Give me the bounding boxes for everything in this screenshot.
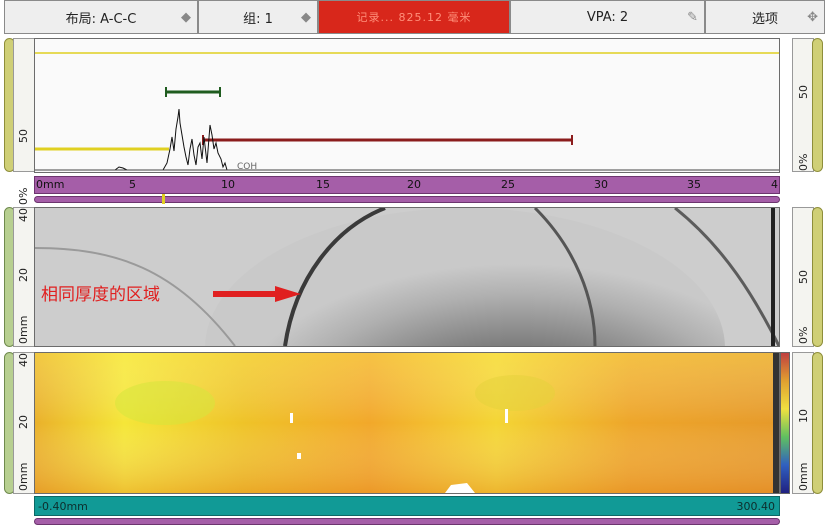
scale-label: 10 <box>797 409 810 423</box>
ascan-scrollbar[interactable] <box>34 196 780 203</box>
scroll-marker[interactable] <box>162 194 165 204</box>
scale-label: 40 <box>17 353 30 367</box>
scale-label: 0mm <box>17 315 30 344</box>
thickness-annotation: 相同厚度的区域 <box>41 285 160 305</box>
scale-label: 20 <box>17 268 30 282</box>
status-text: 记录... 825.12 毫米 <box>356 11 472 24</box>
ruler-tick: 30 <box>594 178 608 191</box>
color-palette <box>780 352 790 494</box>
scan-axis-bar[interactable]: -0.40mm 300.40 <box>34 496 780 516</box>
ascan-panel[interactable]: COH <box>34 38 780 173</box>
scale-label: 0% <box>797 326 810 344</box>
ruler-tick: 25 <box>501 178 515 191</box>
ruler-tick: 35 <box>687 178 701 191</box>
cscan-panel[interactable] <box>34 352 780 494</box>
group-label: 组: 1 <box>243 11 273 27</box>
cscan-image <box>35 353 779 493</box>
bscan-image <box>35 208 779 346</box>
right-gain-rail-ascan[interactable] <box>812 38 823 172</box>
diamond-icon: ◆ <box>301 10 311 25</box>
ascan-right-scale: 50 0% <box>792 38 814 172</box>
cscan-right-scale: 10 0mm <box>792 352 814 494</box>
ruler-tick: 20 <box>407 178 421 191</box>
scale-label: 50 <box>797 270 810 284</box>
scale-label: 0mm <box>17 462 30 491</box>
vpa-label: VPA: 2 <box>586 9 629 25</box>
ruler-tick: 10 <box>221 178 235 191</box>
ascan-ruler: 0mm 5 10 15 20 25 30 35 4 <box>34 176 780 194</box>
vpa-selector[interactable]: VPA: 2 ✎ <box>510 0 705 34</box>
scale-label: 0% <box>797 153 810 171</box>
pencil-icon: ✎ <box>687 10 698 25</box>
cursor-label: COH <box>237 162 257 172</box>
ruler-tick: 15 <box>316 178 330 191</box>
tools-icon: ✥ <box>807 10 818 25</box>
options-label: 选项 <box>751 11 778 27</box>
ascan-plot: COH <box>35 52 779 172</box>
layout-selector[interactable]: 布局: A-C-C ◆ <box>4 0 198 34</box>
red-arrow-icon <box>213 286 301 302</box>
bscan-right-scale: 50 0% <box>792 207 814 347</box>
scan-start-label: -0.40mm <box>38 500 88 513</box>
scale-label: 50 <box>797 85 810 99</box>
right-rail-cscan[interactable] <box>812 352 823 494</box>
diamond-icon: ◆ <box>181 10 191 25</box>
bscan-left-scale: 40 20 0mm <box>13 207 35 347</box>
ruler-unit: 0mm <box>36 178 65 191</box>
group-selector[interactable]: 组: 1 ◆ <box>198 0 318 34</box>
layout-label: 布局: A-C-C <box>65 11 137 27</box>
scale-label: 0% <box>17 187 30 205</box>
cscan-left-scale: 40 20 0mm <box>13 352 35 494</box>
cscan-scrollbar[interactable] <box>34 518 780 525</box>
options-button[interactable]: 选项 ✥ <box>705 0 825 34</box>
scale-label: 40 <box>17 208 30 222</box>
right-rail-bscan[interactable] <box>812 207 823 347</box>
scale-label: 50 <box>17 129 30 143</box>
ascan-left-scale: 50 0% <box>13 38 35 205</box>
bscan-panel[interactable]: 相同厚度的区域 <box>34 207 780 347</box>
recording-status: 记录... 825.12 毫米 <box>318 0 510 34</box>
ruler-tick: 4 <box>771 178 778 191</box>
scan-end-label: 300.40 <box>736 500 776 513</box>
scale-label: 20 <box>17 415 30 429</box>
ruler-tick: 5 <box>129 178 136 191</box>
scale-label: 0mm <box>797 462 810 491</box>
